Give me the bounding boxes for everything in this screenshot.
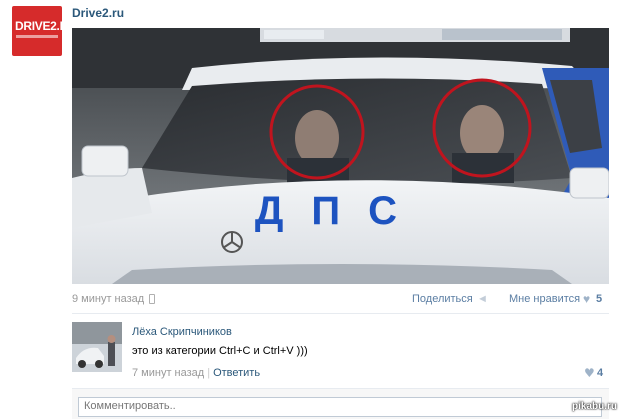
- megaphone-icon[interactable]: ◄: [477, 293, 488, 305]
- comment-time-link[interactable]: 7 минут назад: [132, 367, 204, 379]
- heart-icon[interactable]: ♥: [583, 292, 590, 306]
- share-button[interactable]: Поделиться: [412, 293, 473, 305]
- heart-icon[interactable]: ♥: [584, 366, 595, 380]
- comment-meta-separator: |: [207, 367, 211, 379]
- post-author-link[interactable]: Drive2.ru: [72, 6, 124, 20]
- police-car-image: ДПС: [72, 28, 609, 284]
- like-button[interactable]: Мне нравится: [509, 293, 580, 305]
- post-meta-row: 9 минут назад Поделиться ◄ Мне нравится …: [72, 292, 609, 307]
- comment-author-avatar[interactable]: [72, 322, 122, 372]
- comment-meta: 7 минут назад | Ответить: [132, 367, 260, 379]
- divider: [72, 313, 609, 314]
- post-time-link[interactable]: 9 минут назад: [72, 293, 144, 305]
- reply-button[interactable]: Ответить: [213, 367, 260, 379]
- hood-lettering: ДПС: [255, 189, 425, 233]
- avatar-logo-text: DRIVE2.RU: [15, 19, 62, 33]
- like-count[interactable]: 5: [596, 293, 602, 305]
- avatar-logo-sub: [16, 35, 58, 38]
- pikabu-watermark: pikabu.ru: [572, 401, 618, 412]
- comment-input[interactable]: Комментировать..: [78, 397, 602, 417]
- comment-author-link[interactable]: Лёха Скрипчиников: [132, 326, 232, 338]
- author-avatar[interactable]: DRIVE2.RU: [12, 6, 62, 56]
- comment-avatar-image: [72, 322, 122, 372]
- phone-icon: [149, 294, 155, 304]
- comment-text: это из категории Ctrl+C и Ctrl+V ))): [132, 345, 308, 357]
- comment-composer: Комментировать..: [72, 388, 609, 419]
- post-photo[interactable]: ДПС: [72, 28, 609, 284]
- comment-like-count[interactable]: 4: [597, 367, 603, 379]
